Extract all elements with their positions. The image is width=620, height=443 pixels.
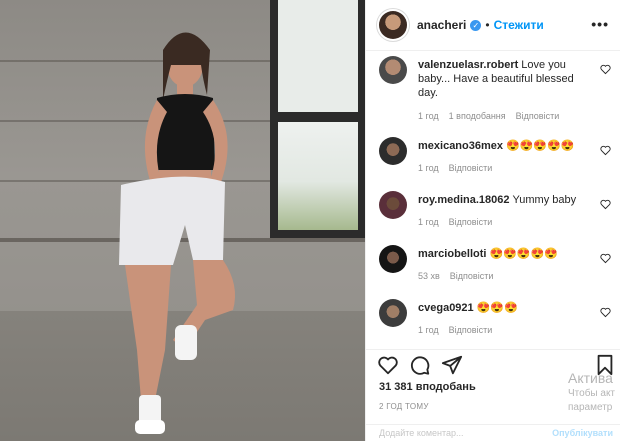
comment-text-block: mexicano36mex 😍😍😍😍😍 [418,139,593,153]
commenter-username[interactable]: marciobelloti [418,248,486,260]
like-comment-heart-icon[interactable] [600,145,611,156]
comment-text-block: roy.medina.18062 Yummy baby [418,193,593,207]
like-comment-heart-icon[interactable] [600,307,611,318]
comment-text-block: marciobelloti 😍😍😍😍😍 [418,247,593,261]
reply-button[interactable]: Відповісти [449,325,493,335]
comment-item: marciobelloti 😍😍😍😍😍 53 хв Відповісти [379,245,614,290]
post-actions: 31 381 вподобань 2 ГОД ТОМУ Додайте коме… [366,349,620,442]
commenter-avatar[interactable] [379,56,407,84]
comment-time[interactable]: 53 хв [418,271,440,281]
heart-icon[interactable] [377,354,399,376]
watermark-line-2: Чтобы акт [568,388,616,399]
reply-button[interactable]: Відповісти [450,271,494,281]
reply-button[interactable]: Відповісти [449,217,493,227]
comments-list: valenzuelasr.robert Love you baby... Have… [366,51,620,348]
follow-button[interactable]: Стежити [494,18,544,32]
comment-meta: 1 год Відповісти [418,217,502,227]
likes-count[interactable]: 31 381 вподобань [379,381,476,393]
window-pane [278,0,358,112]
separator-dot: • [485,18,490,32]
comment-input[interactable]: Додайте коментар... [379,428,464,438]
commenter-avatar[interactable] [379,245,407,273]
comment-body: 😍😍😍 [476,302,518,314]
reply-button[interactable]: Відповісти [516,111,560,121]
comment-likes[interactable]: 1 вподобання [449,111,506,121]
commenter-username[interactable]: valenzuelasr.robert [418,59,518,71]
comment-body: Yummy baby [512,194,577,206]
window-pane [278,122,358,230]
commenter-username[interactable]: cvega0921 [418,302,474,314]
window [270,0,365,238]
comment-meta: 1 год Відповісти [418,163,502,173]
like-comment-heart-icon[interactable] [600,253,611,264]
comment-time[interactable]: 1 год [418,111,439,121]
comment-meta: 1 год 1 вподобання Відповісти [418,111,569,121]
comment-body: 😍😍😍😍😍 [489,248,558,260]
comment-icon[interactable] [409,354,431,376]
author-avatar[interactable] [379,11,407,39]
watermark-line-3: параметр [568,402,613,413]
post-side-panel: anacheri ✓ • Стежити ••• valenzuelasr.ro… [365,0,620,441]
share-icon[interactable] [441,354,463,376]
comment-text-block: valenzuelasr.robert Love you baby... Have… [418,58,593,100]
comment-meta: 1 год Відповісти [418,325,502,335]
model-figure [119,32,236,434]
comment-item: valenzuelasr.robert Love you baby... Have… [379,56,614,121]
comment-item: cvega0921 😍😍😍 1 год Відповісти [379,299,614,344]
commenter-avatar[interactable] [379,191,407,219]
verified-badge-icon: ✓ [470,19,482,31]
post-header: anacheri ✓ • Стежити ••• [366,0,620,51]
like-comment-heart-icon[interactable] [600,64,611,75]
comment-time[interactable]: 1 год [418,217,439,227]
commenter-avatar[interactable] [379,137,407,165]
comment-item: roy.medina.18062 Yummy baby 1 год Відповіс… [379,191,614,236]
post-time: 2 ГОД ТОМУ [379,402,429,411]
post-photo [0,0,365,441]
reply-button[interactable]: Відповісти [449,163,493,173]
comment-text-block: cvega0921 😍😍😍 [418,301,593,315]
add-comment-bar: Додайте коментар... Опублікувати [366,424,620,443]
comment-item: mexicano36mex 😍😍😍😍😍 1 год Відповісти [379,137,614,182]
like-comment-heart-icon[interactable] [600,199,611,210]
watermark-line-1: Актива [568,370,613,386]
comment-body: 😍😍😍😍😍 [506,140,575,152]
comment-time[interactable]: 1 год [418,163,439,173]
more-options-icon[interactable]: ••• [591,16,609,32]
post-comment-button[interactable]: Опублікувати [552,428,613,438]
commenter-username[interactable]: roy.medina.18062 [418,194,510,206]
commenter-username[interactable]: mexicano36mex [418,140,503,152]
comment-meta: 53 хв Відповісти [418,271,503,281]
windows-activation-watermark: Актива Чтобы акт параметр [568,369,615,415]
author-username[interactable]: anacheri [417,18,466,32]
commenter-avatar[interactable] [379,299,407,327]
comment-time[interactable]: 1 год [418,325,439,335]
